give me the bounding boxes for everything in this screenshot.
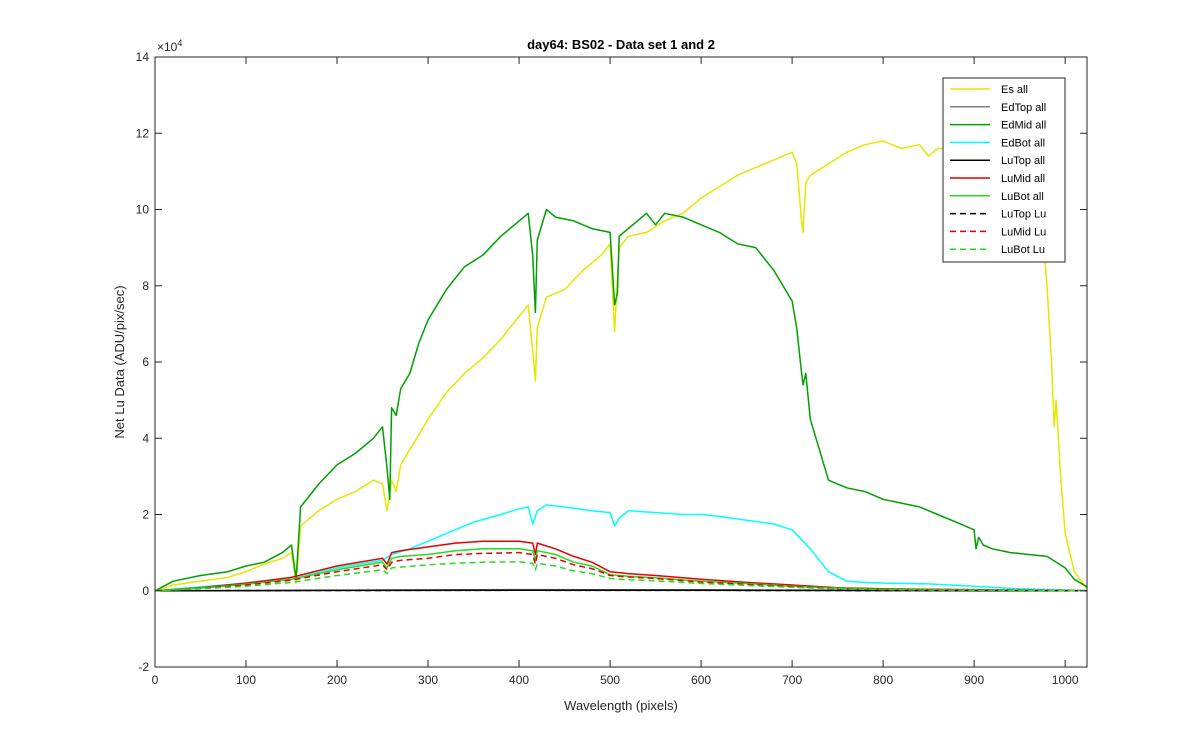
y-tick-label: 10 bbox=[136, 203, 150, 217]
exponent-power: 4 bbox=[177, 38, 182, 48]
y-axis-label: Net Lu Data (ADU/pix/sec) bbox=[112, 285, 127, 438]
legend-label: Es all bbox=[1001, 84, 1028, 96]
x-axis-label: Wavelength (pixels) bbox=[564, 698, 678, 713]
x-tick-label: 400 bbox=[509, 673, 529, 687]
chart-title: day64: BS02 - Data set 1 and 2 bbox=[527, 37, 715, 52]
x-tick-label: 1000 bbox=[1052, 673, 1079, 687]
y-tick-label: -2 bbox=[138, 660, 149, 674]
x-tick-label: 800 bbox=[873, 673, 893, 687]
x-tick-label: 200 bbox=[327, 673, 347, 687]
y-tick-label: 8 bbox=[142, 279, 149, 293]
legend-label: LuBot all bbox=[1001, 191, 1044, 203]
legend-label: LuTop Lu bbox=[1001, 209, 1046, 221]
x-tick-label: 700 bbox=[782, 673, 802, 687]
x-tick-label: 600 bbox=[691, 673, 711, 687]
legend: Es all EdTop all EdMid all EdBot all LuTop a… bbox=[942, 77, 1066, 263]
line-chart: day64: BS02 - Data set 1 and 2 ×104 0 100… bbox=[0, 0, 1200, 750]
exponent-base: ×10 bbox=[157, 40, 178, 54]
y-tick-label: 14 bbox=[136, 50, 150, 64]
y-tick-label: 6 bbox=[142, 355, 149, 369]
x-tick-label: 100 bbox=[236, 673, 256, 687]
x-tick-label: 300 bbox=[418, 673, 438, 687]
legend-label: EdBot all bbox=[1001, 137, 1045, 149]
legend-label: EdTop all bbox=[1001, 102, 1046, 114]
legend-label: LuMid Lu bbox=[1001, 226, 1046, 238]
legend-label: LuMid all bbox=[1001, 173, 1045, 185]
y-tick-label: 12 bbox=[136, 126, 150, 140]
legend-label: EdMid all bbox=[1001, 120, 1046, 132]
y-tick-label: 2 bbox=[142, 508, 149, 522]
y-tick-label: 0 bbox=[142, 584, 149, 598]
y-tick-label: 4 bbox=[142, 431, 149, 445]
legend-label: LuBot Lu bbox=[1001, 244, 1045, 256]
x-tick-label: 900 bbox=[964, 673, 984, 687]
x-tick-label: 0 bbox=[152, 673, 159, 687]
x-tick-label: 500 bbox=[600, 673, 620, 687]
legend-label: LuTop all bbox=[1001, 155, 1045, 167]
